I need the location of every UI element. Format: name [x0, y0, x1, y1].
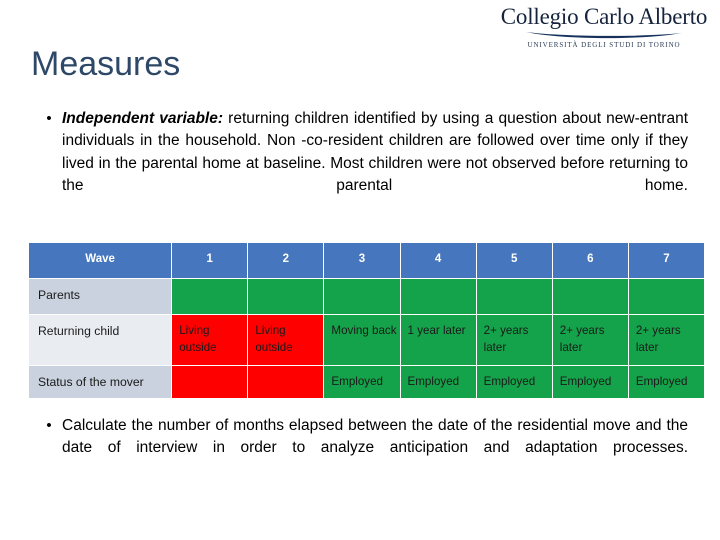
logo-wordmark: Collegio Carlo Alberto: [500, 4, 708, 29]
bullet-text: Independent variable: returning children…: [62, 108, 688, 219]
table-row-parents: Parents: [27, 278, 706, 315]
cell-status-w1: [171, 365, 249, 399]
cell-status-w2: [247, 365, 325, 399]
table-header-wave-5: 5: [475, 242, 553, 279]
bullet-marker-icon: •: [46, 110, 52, 127]
bullet-text: Calculate the number of months elapsed b…: [62, 415, 688, 482]
cell-parents-w5: [475, 278, 553, 315]
table-row-status-of-the-mover: Status of the mover Employed Employed Em…: [27, 365, 706, 399]
cell-parents-w7: [627, 278, 706, 315]
cell-child-w2: Living outside: [247, 314, 325, 366]
cell-child-w4: 1 year later: [399, 314, 477, 366]
cell-parents-w2: [247, 278, 325, 315]
bullet-lead: Independent variable:: [62, 110, 224, 127]
bullet-marker-icon: •: [46, 417, 52, 434]
cell-status-w6: Employed: [551, 365, 629, 399]
logo-swoosh-icon: [526, 32, 682, 39]
table-row-returning-child: Returning child Living outside Living ou…: [27, 314, 706, 366]
cell-status-w3: Employed: [323, 365, 401, 399]
cell-child-w5: 2+ years later: [475, 314, 553, 366]
page-title: Measures: [31, 45, 181, 83]
table-header-wave-2: 2: [247, 242, 325, 279]
bullet-item-calculate-months: • Calculate the number of months elapsed…: [36, 415, 688, 482]
row-label-returning-child: Returning child: [27, 314, 173, 366]
table-header-wave-4: 4: [399, 242, 477, 279]
row-label-parents: Parents: [27, 278, 173, 315]
row-label-status-of-the-mover: Status of the mover: [27, 365, 173, 399]
cell-child-w1: Living outside: [171, 314, 249, 366]
cell-parents-w3: [323, 278, 401, 315]
cell-status-w7: Employed: [627, 365, 706, 399]
table-header-wave-3: 3: [323, 242, 401, 279]
cell-parents-w4: [399, 278, 477, 315]
bullet-body: Calculate the number of months elapsed b…: [62, 417, 688, 457]
table-header-wave: Wave: [27, 242, 173, 279]
institution-logo: Collegio Carlo Alberto UNIVERSITÀ DEGLI …: [498, 4, 710, 49]
table-header-row: Wave 1 2 3 4 5 6 7: [27, 242, 706, 279]
logo-subtitle: UNIVERSITÀ DEGLI STUDI DI TORINO: [527, 41, 681, 49]
table-header-wave-7: 7: [627, 242, 706, 279]
bullet-item-independent-variable: • Independent variable: returning childr…: [36, 108, 688, 219]
cell-status-w5: Employed: [475, 365, 553, 399]
table-header-wave-6: 6: [551, 242, 629, 279]
cell-child-w3: Moving back: [323, 314, 401, 366]
cell-parents-w6: [551, 278, 629, 315]
cell-status-w4: Employed: [399, 365, 477, 399]
table-header-wave-1: 1: [171, 242, 249, 279]
cell-parents-w1: [171, 278, 249, 315]
measures-table: Wave 1 2 3 4 5 6 7 Parents Returning chi…: [27, 242, 706, 399]
cell-child-w7: 2+ years later: [627, 314, 706, 366]
cell-child-w6: 2+ years later: [551, 314, 629, 366]
